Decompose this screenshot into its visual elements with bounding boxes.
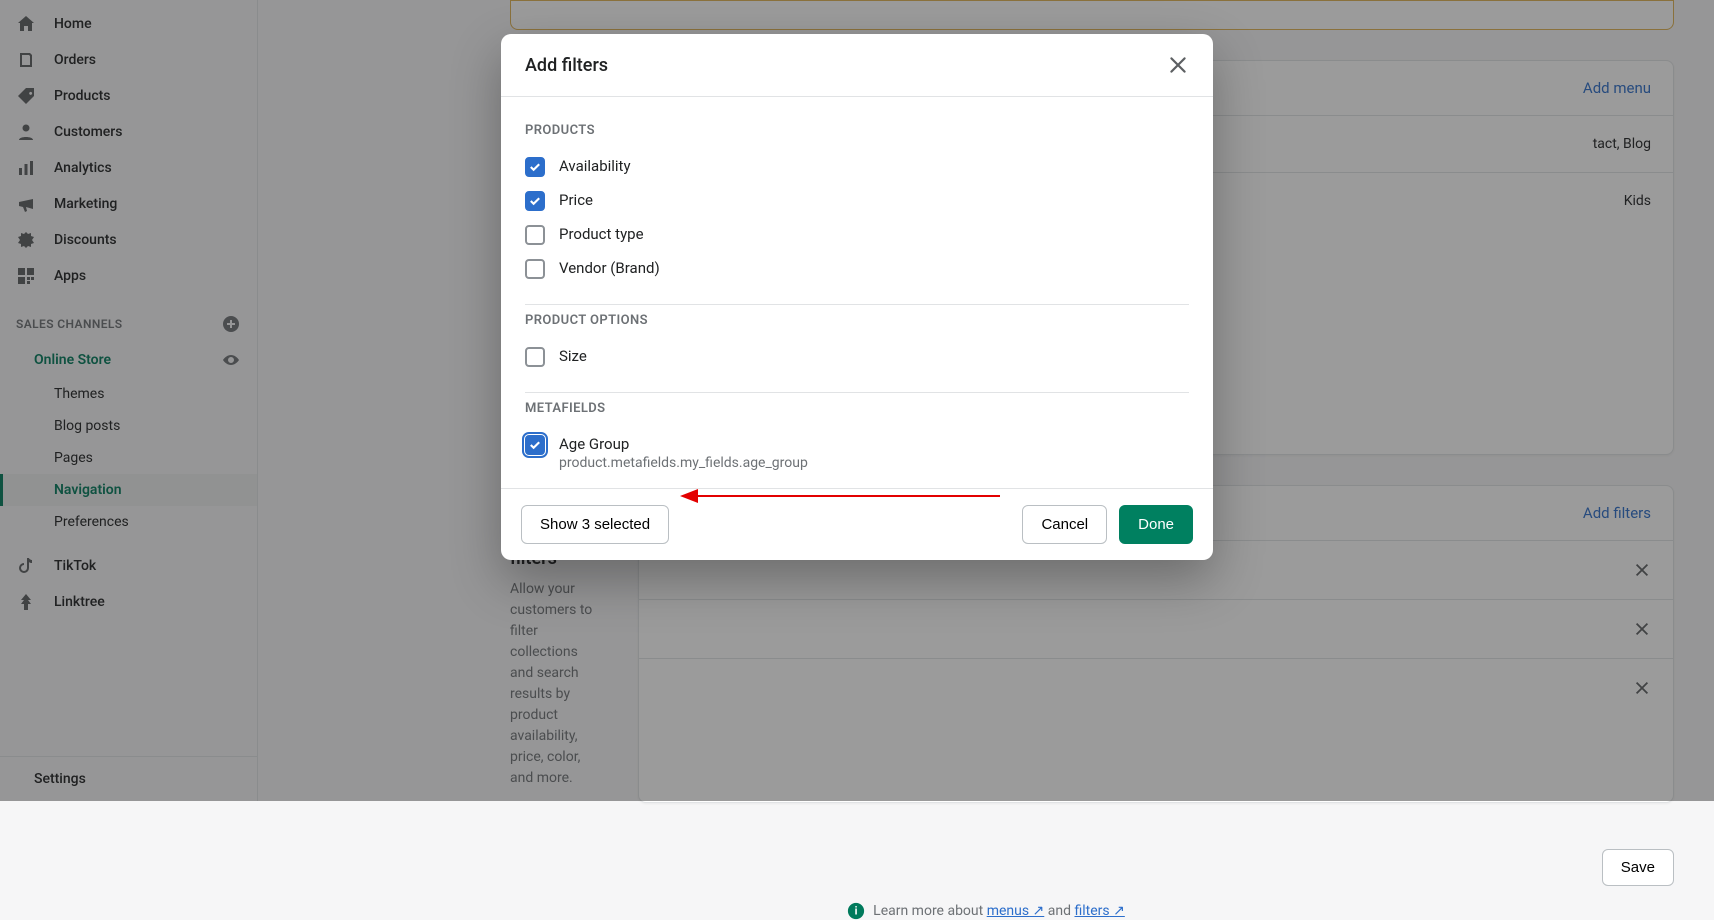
checkbox[interactable] — [525, 191, 545, 211]
cancel-button[interactable]: Cancel — [1022, 505, 1107, 544]
checkbox[interactable] — [525, 259, 545, 279]
filter-option-product-type[interactable]: Product type — [525, 218, 1189, 252]
modal-title: Add filters — [525, 55, 608, 76]
save-row: Save — [298, 833, 1674, 902]
checkbox[interactable] — [525, 225, 545, 245]
close-icon[interactable] — [1167, 54, 1189, 76]
checkbox[interactable] — [525, 157, 545, 177]
learn-prefix: Learn more about — [873, 903, 987, 919]
option-label: Availability — [559, 157, 631, 175]
option-label: Size — [559, 347, 587, 365]
option-label: Vendor (Brand) — [559, 259, 660, 277]
filter-option-size[interactable]: Size — [525, 340, 1189, 374]
learn-filters-link[interactable]: filters ↗ — [1074, 903, 1124, 919]
save-button[interactable]: Save — [1602, 849, 1674, 886]
filter-option-price[interactable]: Price — [525, 184, 1189, 218]
group-metafields: METAFIELDS — [525, 401, 1189, 416]
checkbox[interactable] — [525, 435, 545, 455]
modal-body: PRODUCTS Availability Price Product type… — [501, 97, 1213, 488]
modal-header: Add filters — [501, 34, 1213, 97]
option-sublabel: product.metafields.my_fields.age_group — [559, 455, 808, 471]
info-icon: i — [847, 902, 865, 920]
checkbox[interactable] — [525, 347, 545, 367]
filter-option-availability[interactable]: Availability — [525, 150, 1189, 184]
learn-more: i Learn more about menus ↗ and filters ↗ — [298, 902, 1674, 920]
option-label: Product type — [559, 225, 644, 243]
group-products: PRODUCTS — [525, 123, 1189, 138]
group-product-options: PRODUCT OPTIONS — [525, 313, 1189, 328]
learn-menus-link[interactable]: menus ↗ — [987, 903, 1045, 919]
done-button[interactable]: Done — [1119, 505, 1193, 544]
option-label: Price — [559, 191, 593, 209]
option-label: Age Group — [559, 435, 808, 453]
filter-option-age-group[interactable]: Age Group product.metafields.my_fields.a… — [525, 428, 1189, 478]
modal-footer: Show 3 selected Cancel Done — [501, 488, 1213, 560]
learn-and: and — [1048, 903, 1075, 919]
filter-option-vendor[interactable]: Vendor (Brand) — [525, 252, 1189, 286]
add-filters-modal: Add filters PRODUCTS Availability Price … — [501, 34, 1213, 560]
show-selected-button[interactable]: Show 3 selected — [521, 505, 669, 544]
modal-overlay: Add filters PRODUCTS Availability Price … — [0, 0, 1714, 801]
svg-text:i: i — [855, 905, 858, 918]
